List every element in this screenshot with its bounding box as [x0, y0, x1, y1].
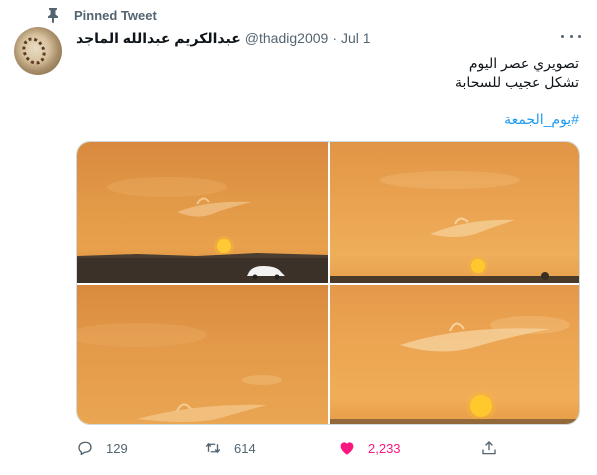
hashtag-link[interactable]: #يوم_الجمعة [504, 111, 579, 128]
retweet-button[interactable]: 614 [204, 436, 256, 460]
retweet-count: 614 [234, 440, 256, 456]
reply-button[interactable]: 129 [76, 436, 128, 460]
tweet-date[interactable]: Jul 1 [341, 30, 371, 46]
sunset-photo-icon [77, 177, 328, 283]
pinned-tweet-banner: Pinned Tweet [46, 6, 157, 24]
media-grid [76, 141, 580, 425]
tweet-photo-1[interactable] [77, 142, 328, 283]
more-options-icon[interactable] [561, 28, 581, 44]
share-button[interactable] [480, 436, 498, 460]
tweet-photo-3[interactable] [77, 285, 328, 424]
tweet-actions: 129 614 2,233 [76, 436, 496, 460]
sunset-photo-icon [330, 316, 579, 424]
tweet-header: عبدالكريم عبدالله الماجد @thadig2009 · J… [76, 28, 371, 48]
share-icon [482, 441, 496, 455]
separator-dot: · [332, 30, 337, 46]
reply-count: 129 [106, 440, 128, 456]
retweet-icon [205, 442, 221, 454]
tweet-photo-2[interactable] [330, 142, 579, 283]
author-display-name[interactable]: عبدالكريم عبدالله الماجد [76, 30, 241, 47]
tweet-photo-4[interactable] [330, 285, 579, 424]
like-button[interactable]: 2,233 [338, 436, 401, 460]
tweet-text-line: تصويري عصر اليوم [468, 55, 579, 71]
author-handle[interactable]: @thadig2009 [245, 30, 329, 46]
sunset-photo-icon [330, 171, 579, 283]
pinned-label: Pinned Tweet [74, 7, 157, 23]
tweet-text: تصويري عصر اليوم تشكل عجيب للسحابة [99, 54, 579, 92]
pin-icon [48, 8, 58, 23]
avatar[interactable] [14, 27, 62, 75]
tweet-text-line: تشكل عجيب للسحابة [455, 74, 579, 90]
heart-icon [340, 442, 354, 455]
like-count: 2,233 [368, 440, 401, 456]
reply-icon [78, 441, 92, 456]
sunset-photo-icon [77, 323, 282, 422]
